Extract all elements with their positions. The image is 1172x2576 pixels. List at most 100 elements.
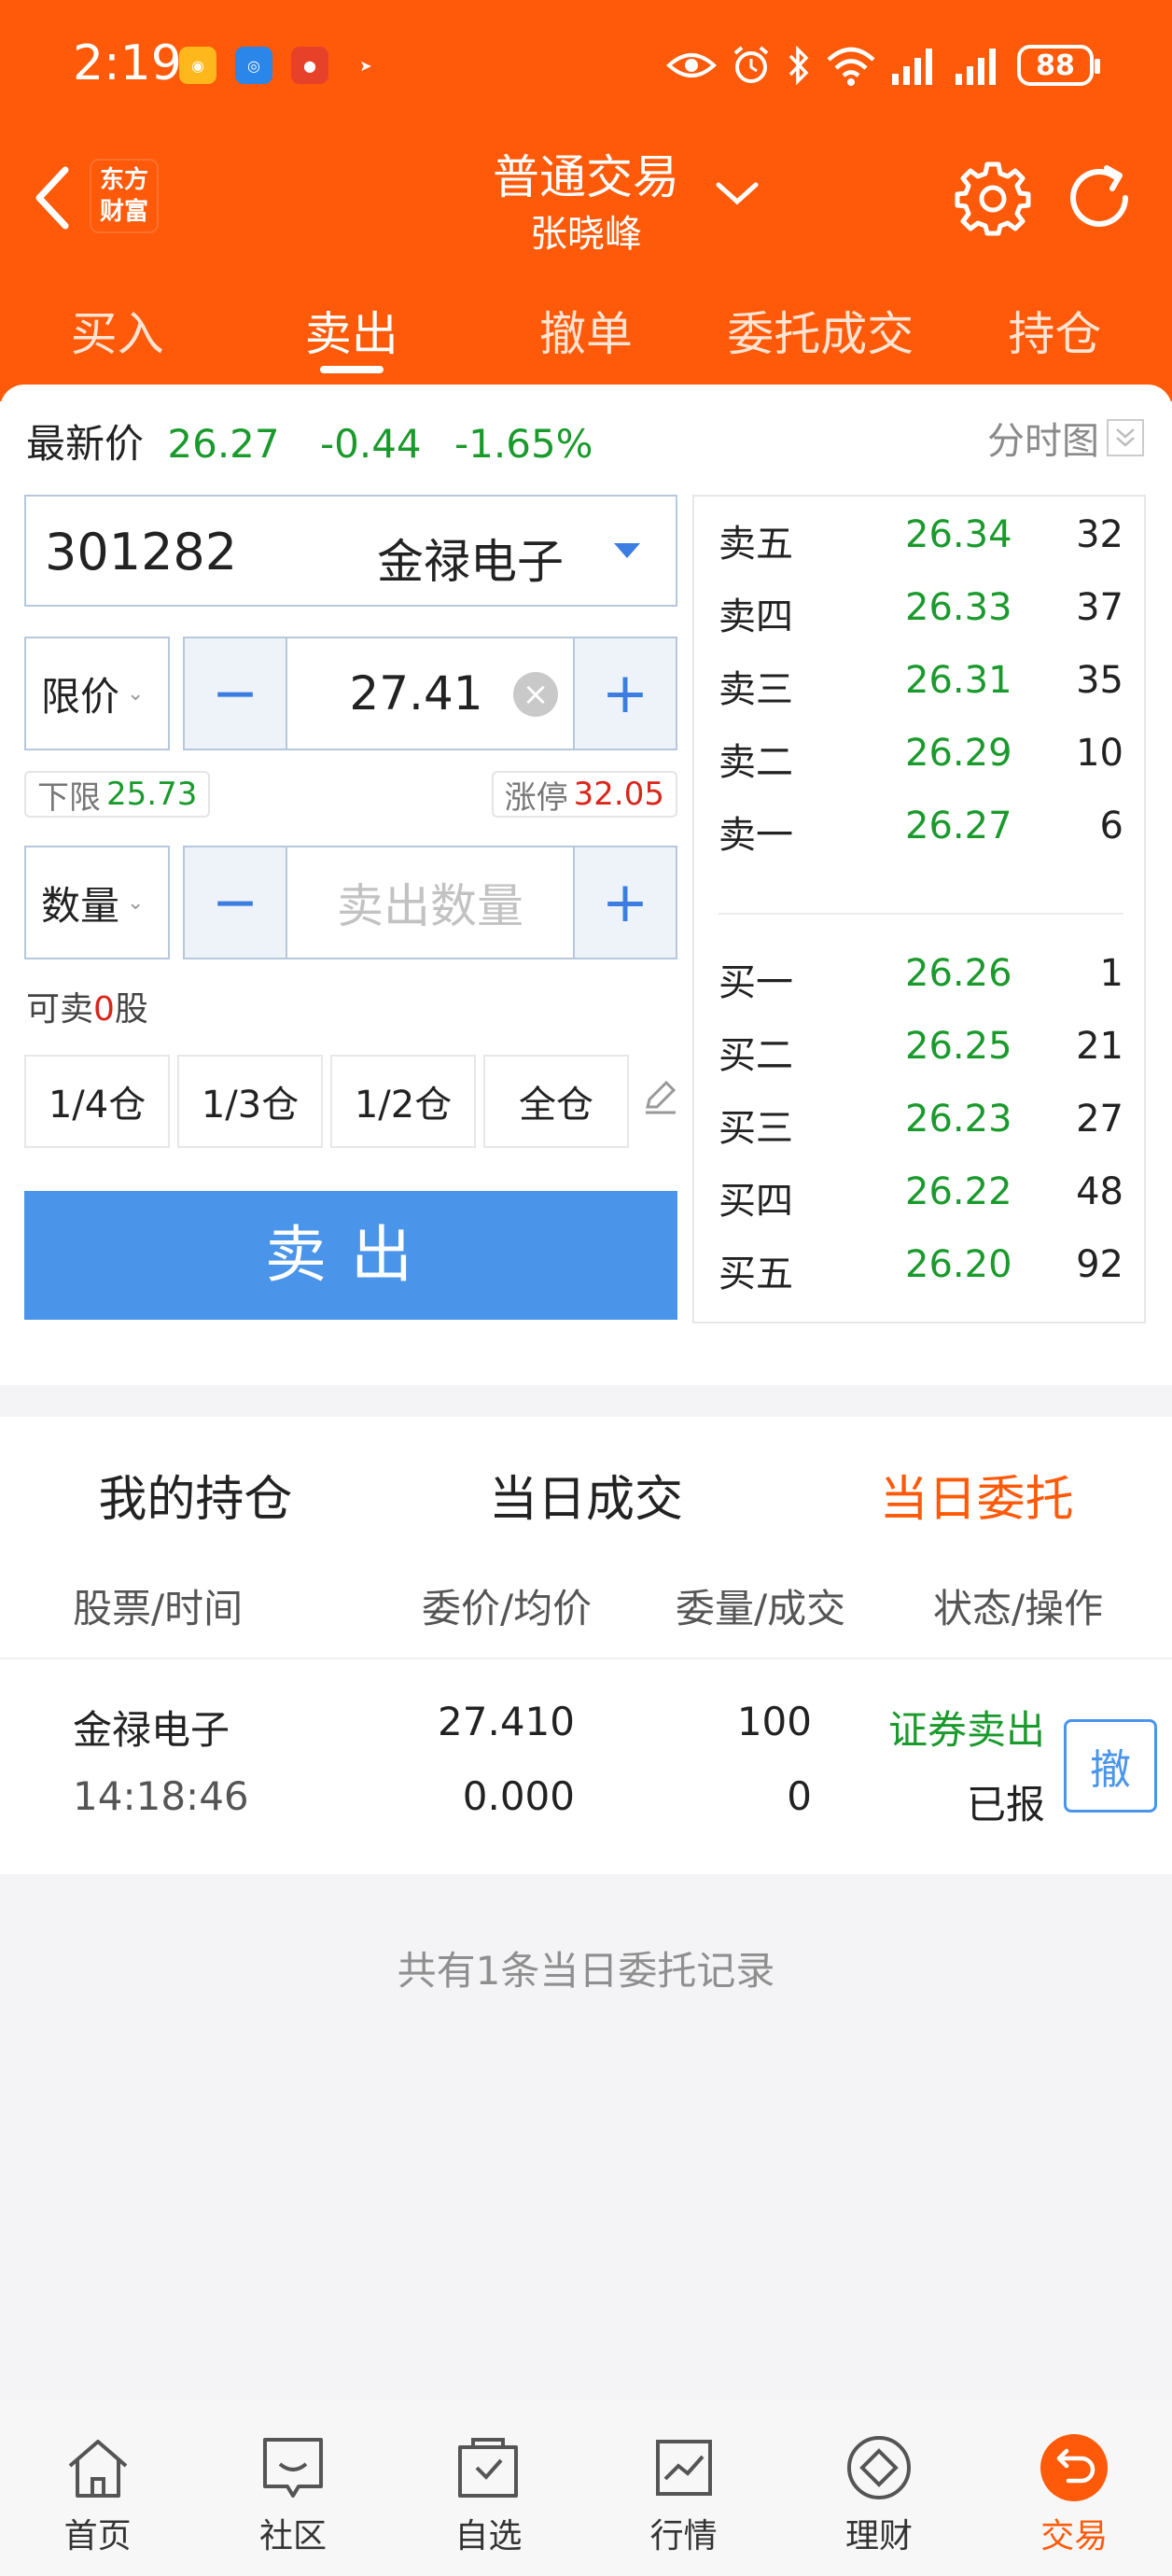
- price-stepper: − 27.41 × +: [183, 637, 677, 750]
- nav-watchlist[interactable]: 自选: [391, 2401, 586, 2576]
- refresh-icon[interactable]: [1060, 159, 1138, 237]
- trade-icon: [1040, 2434, 1109, 2501]
- brand-logo: 东方 财富: [90, 159, 159, 233]
- nav-market[interactable]: 行情: [586, 2401, 781, 2576]
- app-icon-blue: ◎: [235, 47, 272, 84]
- system-icons: 88: [666, 37, 1100, 93]
- double-chevron-down-icon: [1107, 419, 1144, 456]
- tab-today-orders[interactable]: 当日委托: [781, 1417, 1172, 1566]
- ask-row[interactable]: 卖四 26.33 37: [694, 569, 1144, 642]
- alarm-icon: [733, 46, 769, 83]
- quantity-decrease-button[interactable]: −: [185, 847, 286, 958]
- order-filled-quantity: 0: [787, 1773, 812, 1819]
- order-time: 14:18:46: [73, 1773, 249, 1819]
- chat-icon: [262, 2438, 323, 2498]
- price-type-select[interactable]: 限价 ⌄: [24, 637, 170, 750]
- bid-row[interactable]: 买三 26.23 27: [694, 1081, 1144, 1154]
- ask-row[interactable]: 卖五 26.34 32: [694, 497, 1144, 569]
- order-price: 27.410: [438, 1699, 575, 1744]
- price-change: -0.44: [319, 421, 422, 467]
- signal-icon-2: [956, 49, 996, 85]
- status-time: 2:19: [73, 35, 182, 91]
- back-arrow-icon[interactable]: [24, 161, 80, 235]
- ask-row[interactable]: 卖三 26.31 35: [694, 642, 1144, 715]
- clear-icon[interactable]: ×: [513, 672, 558, 717]
- cancel-order-button[interactable]: 撤: [1064, 1719, 1157, 1813]
- nav-community[interactable]: 社区: [195, 2401, 390, 2576]
- bottom-nav: 首页 社区 自选 行情 理财 交易: [0, 2401, 1172, 2576]
- tab-today-trades[interactable]: 当日成交: [391, 1417, 782, 1566]
- stock-code: 301282: [45, 523, 238, 581]
- chevron-down-icon: ⌄: [127, 681, 145, 706]
- watchlist-icon: [458, 2438, 519, 2498]
- quantity-type-select[interactable]: 数量 ⌄: [24, 846, 170, 959]
- market-chart-icon: [655, 2440, 712, 2496]
- orders-tabs: 我的持仓 当日成交 当日委托: [0, 1417, 1172, 1566]
- wifi-icon: [827, 47, 875, 86]
- signal-icon-1: [892, 49, 932, 85]
- column-header: 状态/操作: [933, 1586, 1104, 1631]
- column-header: 委量/成交: [676, 1586, 846, 1631]
- ratio-half-button[interactable]: 1/2仓: [330, 1055, 476, 1148]
- ask-row[interactable]: 卖二 26.29 10: [694, 715, 1144, 788]
- sell-button[interactable]: 卖出: [24, 1191, 677, 1320]
- header-divider: [0, 1658, 1172, 1659]
- bluetooth-icon: [788, 45, 809, 86]
- column-header: 委价/均价: [422, 1586, 593, 1631]
- tab-orders-trades[interactable]: 委托成交: [704, 280, 938, 383]
- price-decrease-button[interactable]: −: [185, 638, 286, 749]
- latest-price: 26.27: [167, 421, 280, 467]
- upper-limit-tag: 涨停 32.05: [491, 771, 677, 818]
- position-ratio-buttons: 1/4仓 1/3仓 1/2仓 全仓: [24, 1055, 629, 1148]
- app-icon-yellow: ◉: [179, 47, 216, 84]
- bid-row[interactable]: 买四 26.22 48: [694, 1154, 1144, 1226]
- price-increase-button[interactable]: +: [575, 638, 676, 749]
- sellable-amount: 可卖0股: [26, 990, 148, 1029]
- order-stock-name: 金禄电子: [73, 1707, 230, 1753]
- diamond-icon: [846, 2436, 911, 2499]
- nav-bar: 东方 财富 普通交易 张晓峰: [0, 131, 1172, 261]
- lower-limit-tag: 下限 25.73: [24, 771, 211, 818]
- orders-section: 我的持仓 当日成交 当日委托 股票/时间 委价/均价 委量/成交 状态/操作 金…: [0, 1417, 1172, 1874]
- app-icon-red: ●: [291, 47, 328, 84]
- dropdown-triangle-icon: [614, 543, 640, 558]
- tab-cancel[interactable]: 撤单: [468, 280, 703, 383]
- order-book: 卖五 26.34 32 卖四 26.33 37 卖三 26.31 35 卖二 26.29 10 …: [692, 495, 1146, 1323]
- tab-sell[interactable]: 卖出: [234, 280, 468, 383]
- bid-row[interactable]: 买五 26.20 92: [694, 1226, 1144, 1299]
- chevron-down-icon[interactable]: [709, 164, 765, 220]
- battery-indicator: 88: [1017, 45, 1100, 86]
- gear-icon[interactable]: [954, 159, 1032, 237]
- ratio-quarter-button[interactable]: 1/4仓: [24, 1055, 170, 1148]
- bid-row[interactable]: 买一 26.26 1: [694, 935, 1144, 1008]
- record-count: 共有1条当日委托记录: [397, 1948, 775, 1994]
- trade-tabs: 买入 卖出 撤单 委托成交 持仓: [0, 280, 1172, 383]
- ratio-full-button[interactable]: 全仓: [483, 1055, 629, 1148]
- tab-my-positions[interactable]: 我的持仓: [0, 1417, 391, 1566]
- nav-trade[interactable]: 交易: [977, 2401, 1172, 2576]
- order-quantity: 100: [736, 1699, 812, 1744]
- stock-selector[interactable]: 301282 金禄电子: [24, 495, 677, 607]
- price-change-pct: -1.65%: [454, 421, 593, 467]
- intraday-chart-link[interactable]: 分时图: [987, 411, 1144, 465]
- paper-plane-icon: ➤: [359, 56, 372, 75]
- nav-wealth[interactable]: 理财: [781, 2401, 976, 2576]
- order-book-divider: [719, 913, 1123, 915]
- latest-price-line: 最新价 26.27 -0.44 -1.65%: [26, 421, 593, 467]
- ratio-third-button[interactable]: 1/3仓: [177, 1055, 323, 1148]
- column-header: 股票/时间: [73, 1586, 244, 1631]
- ask-row[interactable]: 卖一 26.27 6: [694, 788, 1144, 861]
- quantity-input[interactable]: 卖出数量: [286, 847, 575, 958]
- eye-icon: [666, 53, 717, 77]
- edit-icon[interactable]: [640, 1075, 681, 1116]
- tab-buy[interactable]: 买入: [0, 280, 234, 383]
- bid-row[interactable]: 买二 26.25 21: [694, 1008, 1144, 1081]
- quantity-stepper: − 卖出数量 +: [183, 846, 677, 959]
- status-bar: 2:19 ◉ ◎ ● ➤ 88: [0, 0, 1172, 131]
- quantity-increase-button[interactable]: +: [575, 847, 676, 958]
- nav-home[interactable]: 首页: [0, 2401, 195, 2576]
- tab-positions[interactable]: 持仓: [938, 280, 1172, 383]
- order-avg-price: 0.000: [462, 1773, 575, 1819]
- price-input[interactable]: 27.41 ×: [286, 638, 575, 749]
- sell-panel: 最新价 26.27 -0.44 -1.65% 分时图 301282 金禄电子 限…: [0, 385, 1172, 1385]
